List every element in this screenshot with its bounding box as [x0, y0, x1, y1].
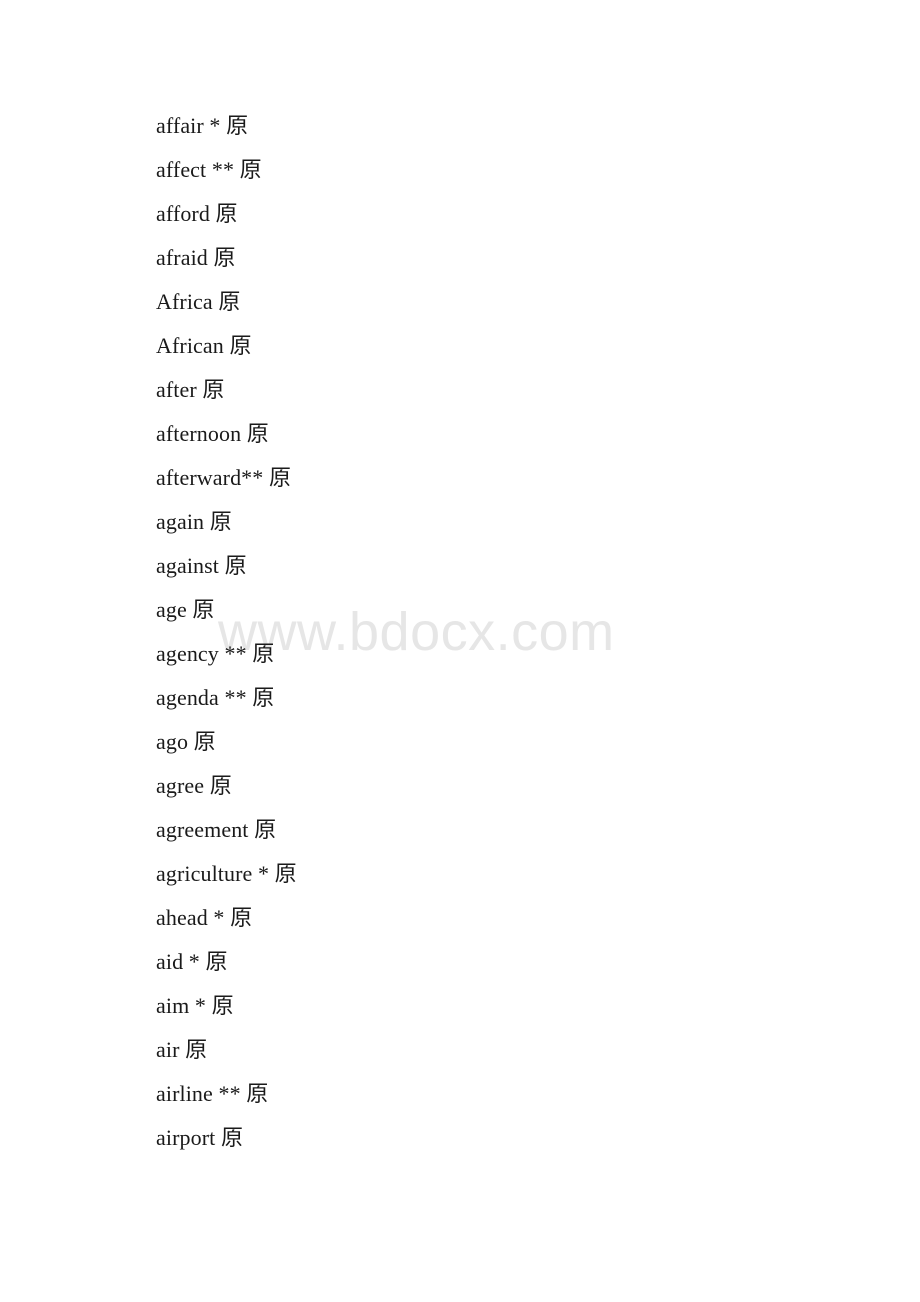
word-entry: ago 原 — [156, 729, 216, 754]
word-entry: afternoon 原 — [156, 421, 269, 446]
word-entry: afterward** 原 — [156, 465, 292, 490]
word-entry: affair * 原 — [156, 113, 249, 138]
word-entry: Africa 原 — [156, 289, 241, 314]
word-entry: age 原 — [156, 597, 215, 622]
word-entry: agreement 原 — [156, 817, 277, 842]
word-entry: air 原 — [156, 1037, 208, 1062]
word-entry: agenda ** 原 — [156, 685, 275, 710]
word-entry: afraid 原 — [156, 245, 236, 270]
word-entry: airport 原 — [156, 1125, 244, 1150]
word-entry: aid * 原 — [156, 949, 228, 974]
document-page: www.bdocx.com affair * 原 affect ** 原 aff… — [0, 0, 920, 1302]
word-entry: agree 原 — [156, 773, 232, 798]
word-entry: ahead * 原 — [156, 905, 253, 930]
word-entry: after 原 — [156, 377, 225, 402]
word-entry: afford 原 — [156, 201, 238, 226]
word-entry: agency ** 原 — [156, 641, 275, 666]
word-entry: aim * 原 — [156, 993, 234, 1018]
word-entry: airline ** 原 — [156, 1081, 269, 1106]
word-entry: agriculture * 原 — [156, 861, 297, 886]
word-entry: affect ** 原 — [156, 157, 262, 182]
word-list: affair * 原 affect ** 原 afford 原 afraid 原… — [156, 104, 880, 1160]
word-entry: against 原 — [156, 553, 247, 578]
word-entry: African 原 — [156, 333, 252, 358]
word-entry: again 原 — [156, 509, 232, 534]
